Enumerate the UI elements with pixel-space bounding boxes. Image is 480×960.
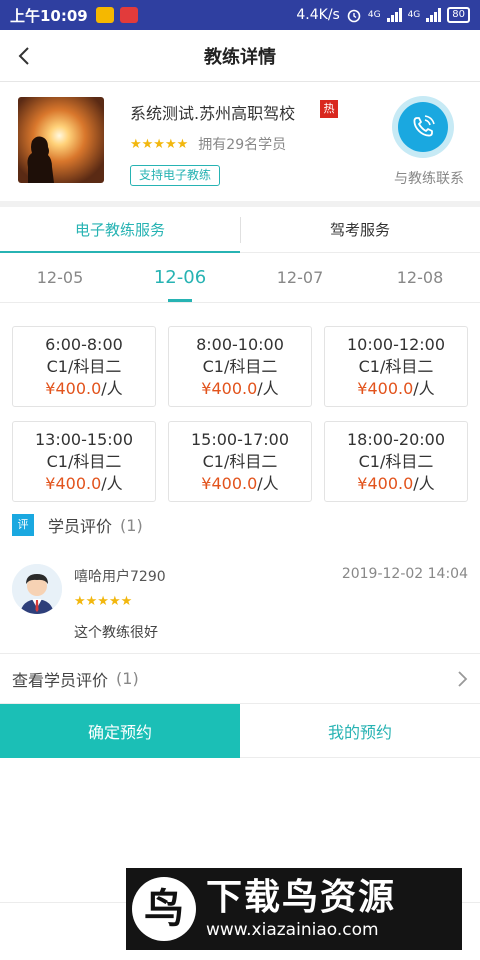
slot-subject: C1/科目二 xyxy=(202,356,278,376)
slot-price: ¥400.0 xyxy=(45,473,102,493)
slot-subject: C1/科目二 xyxy=(46,451,122,471)
slot-time: 15:00-17:00 xyxy=(191,429,289,449)
review-icon: 评 xyxy=(12,514,34,536)
review-date: 2019-12-02 14:04 xyxy=(341,566,468,582)
slot-price-line: ¥400.0/人 xyxy=(357,473,434,495)
confirm-booking-button[interactable]: 确定预约 xyxy=(0,704,240,758)
slot-unit: /人 xyxy=(101,473,123,493)
signal-icon-2 xyxy=(426,8,442,22)
status-bar: 上午10:09 4.4K/s 4G 4G 80 xyxy=(0,0,480,30)
network-type-2: 4G xyxy=(407,10,421,20)
review-username: 嘻哈用户7290 xyxy=(74,569,166,585)
slot-time: 18:00-20:00 xyxy=(347,429,445,449)
review-rating-stars: ★★★★★ xyxy=(74,594,133,609)
time-slot-card[interactable]: 13:00-15:00 C1/科目二 ¥400.0/人 xyxy=(12,421,156,502)
signal-icon-1 xyxy=(386,8,402,22)
slot-unit: /人 xyxy=(257,378,279,398)
chevron-right-icon xyxy=(458,671,468,687)
time-slot-card[interactable]: 6:00-8:00 C1/科目二 ¥400.0/人 xyxy=(12,326,156,407)
watermark: 鸟 下载鸟资源 www.xiazainiao.com xyxy=(126,868,462,950)
tab-e-coach-service[interactable]: 电子教练服务 xyxy=(0,207,240,253)
watermark-title: 下载鸟资源 xyxy=(206,877,397,918)
date-tab[interactable]: 12-05 xyxy=(0,253,120,302)
e-coach-tag: 支持电子教练 xyxy=(130,165,221,186)
slot-unit: /人 xyxy=(257,473,279,493)
coach-rating-stars: ★★★★★ xyxy=(130,136,189,152)
slot-unit: /人 xyxy=(413,473,435,493)
tab-exam-service[interactable]: 驾考服务 xyxy=(240,207,480,252)
slot-subject: C1/科目二 xyxy=(358,356,434,376)
my-bookings-button[interactable]: 我的预约 xyxy=(240,704,480,758)
view-reviews-link[interactable]: 查看学员评价 (1) xyxy=(0,654,480,704)
slot-unit: /人 xyxy=(413,378,435,398)
time-slot-card[interactable]: 10:00-12:00 C1/科目二 ¥400.0/人 xyxy=(324,326,468,407)
review-item: 嘻哈用户7290 2019-12-02 14:04 ★★★★★ 这个教练很好 xyxy=(0,558,480,654)
coach-card: 系统测试.苏州高职驾校 热 ★★★★★ 拥有29名学员 支持电子教练 与教练联系 xyxy=(0,86,480,202)
watermark-url: www.xiazainiao.com xyxy=(206,920,379,940)
hot-badge: 热 xyxy=(320,100,338,118)
bottom-actions: 确定预约 我的预约 xyxy=(0,704,480,758)
slot-subject: C1/科目二 xyxy=(358,451,434,471)
slot-price-line: ¥400.0/人 xyxy=(201,473,278,495)
slot-price: ¥400.0 xyxy=(201,473,258,493)
slot-price: ¥400.0 xyxy=(201,378,258,398)
tab-divider xyxy=(240,217,241,243)
slot-price: ¥400.0 xyxy=(45,378,102,398)
call-coach-button[interactable] xyxy=(392,96,454,158)
slot-time: 13:00-15:00 xyxy=(35,429,133,449)
status-time: 上午10:09 xyxy=(10,6,88,25)
service-tabs: 电子教练服务 驾考服务 xyxy=(0,207,480,253)
reviews-header: 评 学员评价 (1) xyxy=(12,512,143,538)
slot-price-line: ¥400.0/人 xyxy=(45,378,122,400)
slot-subject: C1/科目二 xyxy=(202,451,278,471)
slot-price: ¥400.0 xyxy=(357,378,414,398)
slot-unit: /人 xyxy=(101,378,123,398)
notification-app-icon xyxy=(95,7,114,23)
time-slot-card[interactable]: 15:00-17:00 C1/科目二 ¥400.0/人 xyxy=(168,421,312,502)
time-slot-grid: 6:00-8:00 C1/科目二 ¥400.0/人 8:00-10:00 C1/… xyxy=(12,326,468,502)
slot-price-line: ¥400.0/人 xyxy=(201,378,278,400)
view-reviews-count: (1) xyxy=(116,669,139,688)
slot-subject: C1/科目二 xyxy=(46,356,122,376)
battery-icon: 80 xyxy=(447,7,470,23)
time-slot-card[interactable]: 18:00-20:00 C1/科目二 ¥400.0/人 xyxy=(324,421,468,502)
coach-rating-row: ★★★★★ 拥有29名学员 xyxy=(130,134,286,154)
view-reviews-label: 查看学员评价 xyxy=(12,670,109,690)
slot-price-line: ¥400.0/人 xyxy=(45,473,122,495)
watermark-logo: 鸟 xyxy=(132,877,196,941)
chevron-left-icon xyxy=(18,47,29,65)
slot-price-line: ¥400.0/人 xyxy=(357,378,434,400)
coach-photo xyxy=(18,97,104,183)
alarm-icon xyxy=(347,9,361,23)
slot-price: ¥400.0 xyxy=(357,473,414,493)
date-tab[interactable]: 12-08 xyxy=(360,253,480,302)
date-tab-selected[interactable]: 12-06 xyxy=(120,253,240,302)
back-button[interactable] xyxy=(14,44,36,68)
coach-name: 系统测试.苏州高职驾校 xyxy=(130,104,296,123)
slot-time: 8:00-10:00 xyxy=(196,334,284,354)
title-bar: 教练详情 xyxy=(0,30,480,82)
review-content: 这个教练很好 xyxy=(74,625,158,641)
time-slot-card[interactable]: 8:00-10:00 C1/科目二 ¥400.0/人 xyxy=(168,326,312,407)
reviews-count: (1) xyxy=(120,515,143,535)
slot-time: 6:00-8:00 xyxy=(45,334,123,354)
date-tabs: 12-05 12-06 12-07 12-08 xyxy=(0,253,480,303)
page-title: 教练详情 xyxy=(204,46,276,68)
date-tab[interactable]: 12-07 xyxy=(240,253,360,302)
watermark-logo-char: 鸟 xyxy=(144,886,184,932)
phone-icon xyxy=(413,115,435,137)
call-coach-label[interactable]: 与教练联系 xyxy=(394,168,464,188)
avatar xyxy=(12,564,62,614)
notification-app-icon-2 xyxy=(119,7,138,23)
network-type-1: 4G xyxy=(367,10,381,20)
network-speed: 4.4K/s xyxy=(296,7,340,23)
student-count: 拥有29名学员 xyxy=(198,137,287,153)
slot-time: 10:00-12:00 xyxy=(347,334,445,354)
reviews-title: 学员评价 xyxy=(48,517,113,536)
